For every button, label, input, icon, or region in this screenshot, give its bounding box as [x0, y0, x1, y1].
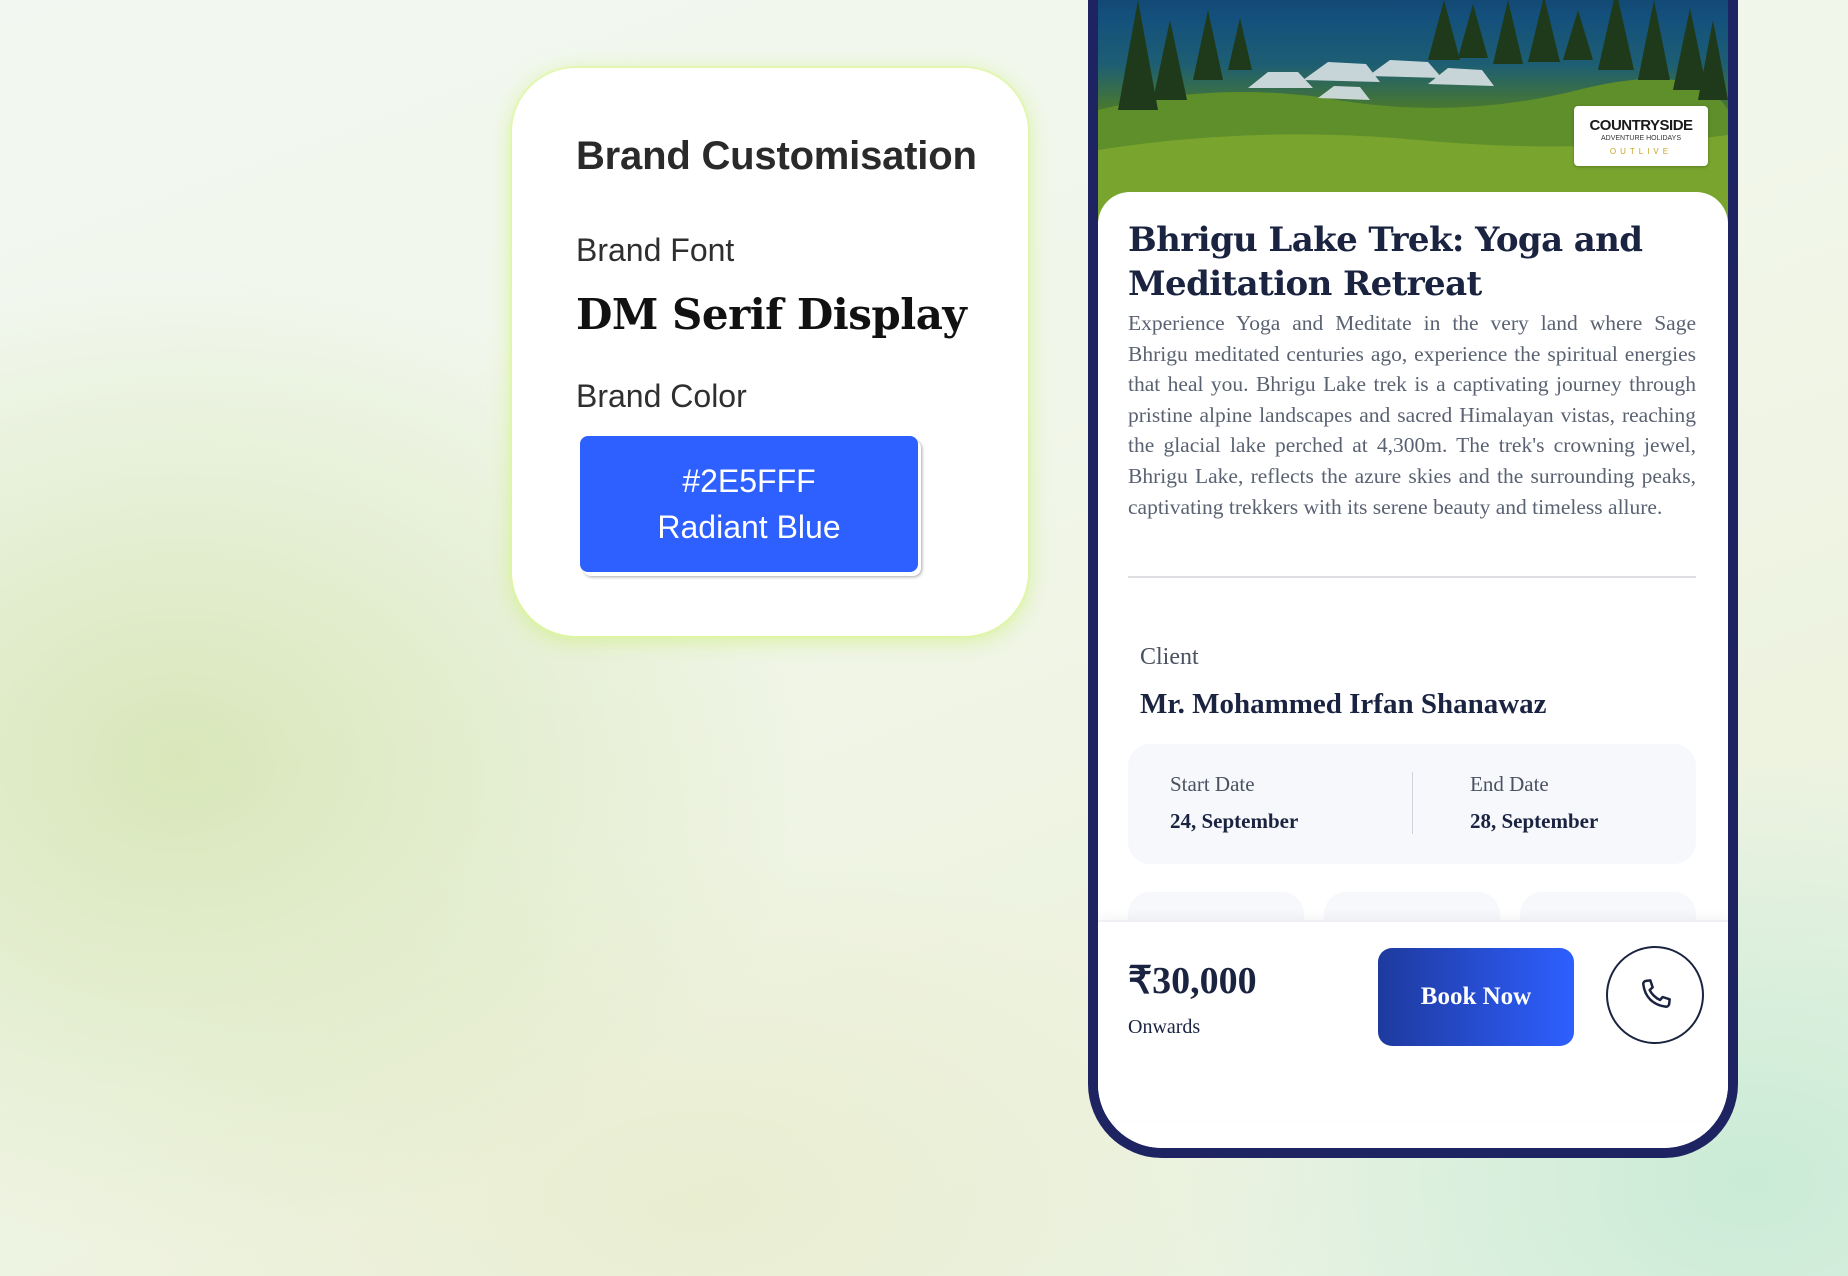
- logo-tagline: OUTLIVE: [1609, 146, 1673, 156]
- client-label: Client: [1140, 644, 1199, 670]
- price-qualifier: Onwards: [1128, 1016, 1201, 1038]
- end-date-value: 28, September: [1470, 809, 1599, 833]
- start-date-label: Start Date: [1170, 772, 1255, 796]
- phone-mockup: COUNTRYSIDE ADVENTURE HOLIDAYS OUTLIVE B…: [1088, 0, 1738, 1158]
- price-value: ₹30,000: [1128, 960, 1257, 1002]
- start-date: Start Date 24, September: [1170, 772, 1298, 834]
- logo-subtitle: ADVENTURE HOLIDAYS: [1601, 134, 1681, 142]
- brand-font-value: DM Serif Display: [576, 290, 967, 339]
- end-date-label: End Date: [1470, 772, 1549, 796]
- trek-title: Bhrigu Lake Trek: Yoga and Meditation Re…: [1128, 220, 1643, 304]
- brand-color-label: Brand Color: [576, 378, 747, 414]
- logo-wordmark: COUNTRYSIDE: [1589, 116, 1693, 134]
- brand-customisation-card: Brand Customisation Brand Font DM Serif …: [512, 68, 1028, 636]
- client-name: Mr. Mohammed Irfan Shanawaz: [1140, 688, 1547, 720]
- start-date-value: 24, September: [1170, 809, 1299, 833]
- trek-description: Experience Yoga and Meditate in the very…: [1128, 311, 1696, 519]
- background-canvas: Brand Customisation Brand Font DM Serif …: [0, 0, 1848, 1276]
- hero-image: COUNTRYSIDE ADVENTURE HOLIDAYS OUTLIVE: [1098, 0, 1728, 222]
- call-button[interactable]: [1606, 946, 1704, 1044]
- brand-card-title: Brand Customisation: [576, 134, 977, 178]
- company-logo: COUNTRYSIDE ADVENTURE HOLIDAYS OUTLIVE: [1574, 106, 1708, 166]
- brand-color-hex: #2E5FFF: [682, 463, 816, 499]
- brand-font-label: Brand Font: [576, 232, 735, 268]
- phone-icon: [1642, 979, 1671, 1008]
- brand-color-name: Radiant Blue: [657, 509, 841, 545]
- dates-panel: Start Date 24, September End Date 28, Se…: [1128, 744, 1696, 864]
- end-date: End Date 28, September: [1470, 772, 1598, 834]
- brand-color-swatch: #2E5FFF Radiant Blue: [580, 436, 918, 572]
- book-now-button[interactable]: Book Now: [1378, 948, 1574, 1046]
- date-separator: [1412, 772, 1413, 834]
- booking-bar: ₹30,000 Onwards Book Now: [1098, 920, 1728, 1120]
- section-divider: [1128, 576, 1696, 578]
